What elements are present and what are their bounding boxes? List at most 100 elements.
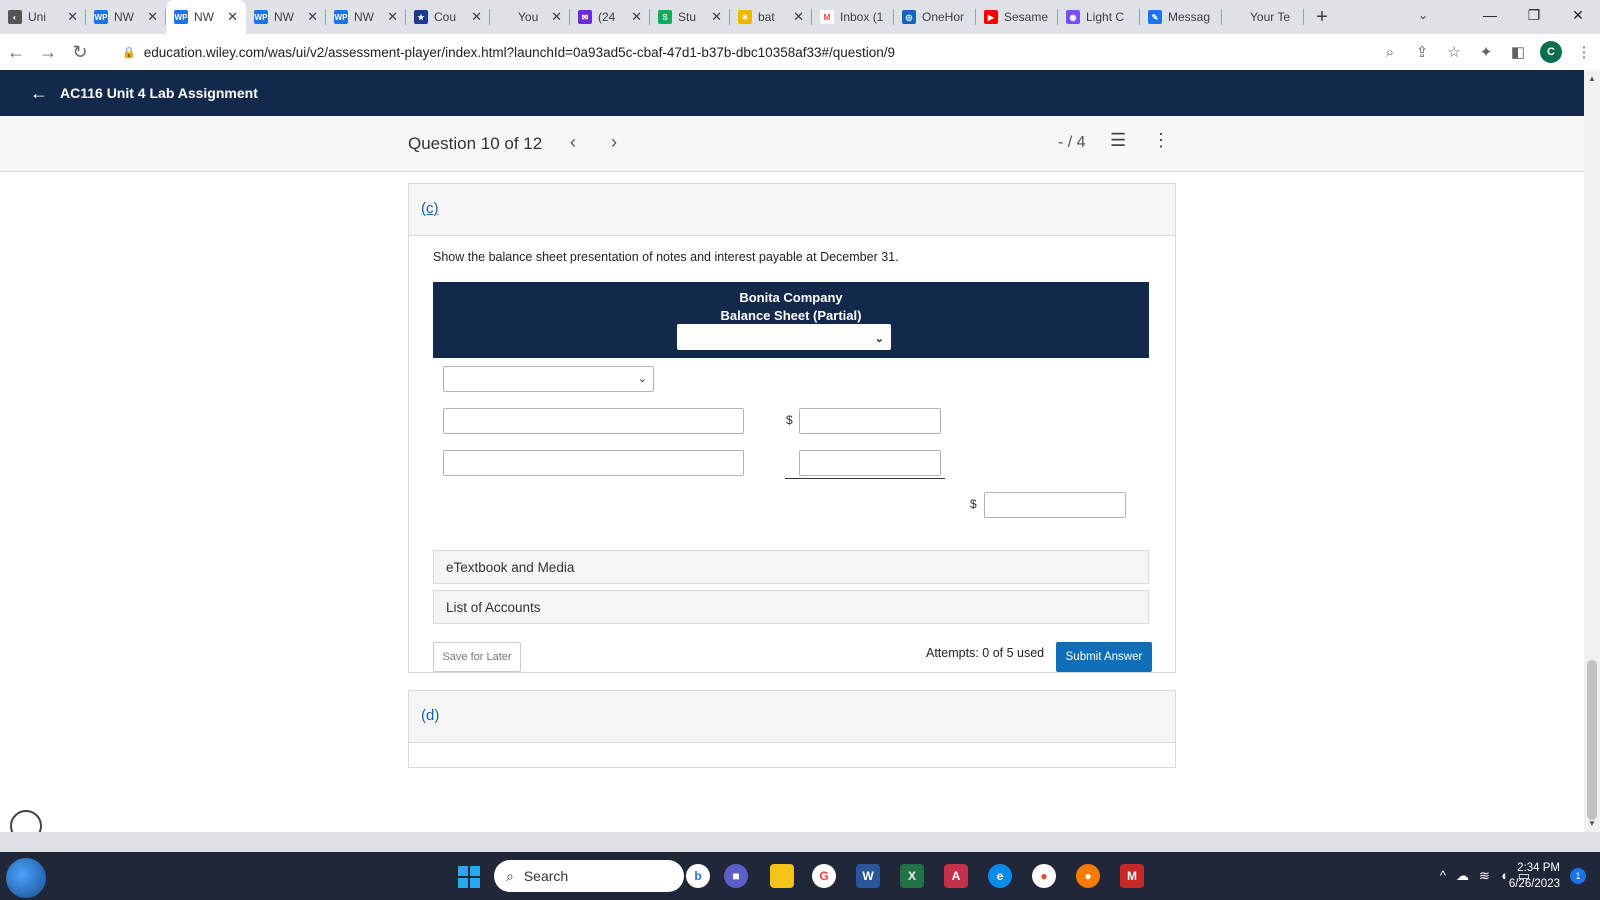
page-scrollbar[interactable]: ▲ ▼ xyxy=(1584,70,1600,832)
question-prompt: Show the balance sheet presentation of n… xyxy=(433,250,899,264)
bing-icon[interactable]: b xyxy=(686,864,710,888)
previous-question-chevron-icon[interactable]: ‹ xyxy=(570,132,576,153)
tab-close-icon[interactable]: ✕ xyxy=(631,9,642,25)
tab-close-icon[interactable]: ✕ xyxy=(471,9,482,25)
teams-chat-icon[interactable]: ■ xyxy=(724,864,748,888)
browser-tab[interactable]: ✎ Messag xyxy=(1140,0,1222,34)
taskbar-clock[interactable]: 2:34 PM 6/26/2023 xyxy=(1509,860,1560,892)
tab-label: Messag xyxy=(1168,10,1211,24)
legacy-start-orb-icon[interactable] xyxy=(6,858,46,898)
new-tab-plus-icon[interactable]: + xyxy=(1308,3,1336,31)
currency-symbol-total: $ xyxy=(970,497,977,511)
tab-favicon-icon xyxy=(1230,10,1244,24)
browser-tab[interactable]: ✉ (24 ✕ xyxy=(570,0,650,34)
app-circle-icon[interactable]: ● xyxy=(1076,864,1100,888)
account-name-input-2[interactable] xyxy=(443,450,744,476)
bookmark-star-icon[interactable]: ☆ xyxy=(1438,36,1470,68)
taskbar-search[interactable]: ⌕ Search xyxy=(494,860,684,892)
share-icon[interactable]: ⇪ xyxy=(1406,36,1438,68)
browser-tab-strip: ◐ Uni ✕ WP NW ✕ WP NW ✕ WP NW ✕ WP NW ✕ ★ Cou ✕ You ✕ ✉ (24 ✕ S… xyxy=(0,0,1600,34)
browser-tab[interactable]: WP NW ✕ xyxy=(166,0,246,34)
edge-icon[interactable]: e xyxy=(988,864,1012,888)
tab-favicon-icon: ✳ xyxy=(738,10,752,24)
excel-icon[interactable]: X xyxy=(900,864,924,888)
amount-input-2[interactable] xyxy=(799,450,941,476)
tab-close-icon[interactable]: ✕ xyxy=(147,9,158,25)
tab-close-icon[interactable]: ✕ xyxy=(307,9,318,25)
question-list-icon[interactable]: ☰ xyxy=(1110,130,1126,151)
tab-favicon-icon: WP xyxy=(174,10,188,24)
scrollbar-thumb[interactable] xyxy=(1587,660,1597,820)
back-arrow-icon[interactable]: ← xyxy=(0,36,32,68)
onedrive-cloud-icon[interactable]: ☁ xyxy=(1456,868,1469,884)
tab-label: Stu xyxy=(678,10,697,24)
browser-tab[interactable]: M Inbox (1 xyxy=(812,0,894,34)
side-panel-icon[interactable]: ◧ xyxy=(1502,36,1534,68)
browser-menu-icon[interactable]: ⋮ xyxy=(1568,36,1600,68)
extensions-puzzle-icon[interactable]: ✦ xyxy=(1470,36,1502,68)
chrome-profile-icon[interactable]: G xyxy=(812,864,836,888)
scroll-up-icon[interactable]: ▲ xyxy=(1588,74,1596,83)
back-to-assignment-icon[interactable]: ← xyxy=(30,83,48,104)
more-options-icon[interactable]: ⋮ xyxy=(1152,130,1170,151)
volume-icon[interactable]: ◖ xyxy=(1500,868,1508,884)
wifi-icon[interactable]: ≋ xyxy=(1479,868,1490,884)
browser-tab[interactable]: ▶ Sesame xyxy=(976,0,1058,34)
chrome-icon[interactable]: ● xyxy=(1032,864,1056,888)
etextbook-accordion[interactable]: eTextbook and Media xyxy=(433,550,1149,584)
browser-tab[interactable]: S Stu ✕ xyxy=(650,0,730,34)
browser-tab[interactable]: You ✕ xyxy=(490,0,570,34)
window-controls: — ❐ ✕ xyxy=(1468,0,1600,34)
tab-favicon-icon: ◐ xyxy=(8,10,22,24)
mcafee-icon[interactable]: M xyxy=(1120,864,1144,888)
notification-badge[interactable]: 1 xyxy=(1570,868,1586,884)
close-window-icon[interactable]: ✕ xyxy=(1556,0,1600,30)
tab-close-icon[interactable]: ✕ xyxy=(227,9,238,25)
browser-tab[interactable]: ✳ bat ✕ xyxy=(730,0,812,34)
access-icon[interactable]: A xyxy=(944,864,968,888)
part-d-label[interactable]: (d) xyxy=(421,707,439,724)
word-icon[interactable]: W xyxy=(856,864,880,888)
windows-start-icon[interactable] xyxy=(458,866,480,888)
next-question-chevron-icon[interactable]: › xyxy=(611,132,617,153)
file-explorer-icon[interactable] xyxy=(770,864,794,888)
windows-taskbar: ⌕ Search b ■ G W X A e ● ● M ^ ☁ ≋ ◖ ▭ 2… xyxy=(0,852,1600,900)
restore-icon[interactable]: ❐ xyxy=(1512,0,1556,30)
reload-icon[interactable]: ↻ xyxy=(64,36,96,68)
tab-label: You xyxy=(518,10,539,24)
browser-tab[interactable]: ◉ Light C xyxy=(1058,0,1140,34)
save-for-later-button[interactable]: Save for Later xyxy=(433,642,521,672)
question-counter: Question 10 of 12 xyxy=(408,134,543,153)
minimize-icon[interactable]: — xyxy=(1468,0,1512,30)
list-of-accounts-accordion[interactable]: List of Accounts xyxy=(433,590,1149,624)
zoom-icon[interactable]: ⌕ xyxy=(1374,36,1406,68)
tab-close-icon[interactable]: ✕ xyxy=(387,9,398,25)
part-d-header: (d) xyxy=(409,691,1175,743)
tab-label: bat xyxy=(758,10,775,24)
account-name-input-1[interactable] xyxy=(443,408,744,434)
browser-tab[interactable]: ◎ OneHor xyxy=(894,0,976,34)
tab-close-icon[interactable]: ✕ xyxy=(67,9,78,25)
browser-tab[interactable]: WP NW ✕ xyxy=(246,0,326,34)
browser-tab[interactable]: WP NW ✕ xyxy=(86,0,166,34)
date-select[interactable]: ⌄ xyxy=(677,324,891,350)
amount-input-1[interactable] xyxy=(799,408,941,434)
profile-avatar[interactable]: C xyxy=(1540,41,1562,63)
tab-close-icon[interactable]: ✕ xyxy=(711,9,722,25)
browser-tab[interactable]: WP NW ✕ xyxy=(326,0,406,34)
chevron-up-icon[interactable]: ^ xyxy=(1440,868,1446,884)
tab-search-chevron-icon[interactable]: ⌄ xyxy=(1418,8,1428,22)
part-c-link[interactable]: (c) xyxy=(421,200,439,217)
submit-answer-button[interactable]: Submit Answer xyxy=(1056,642,1152,672)
tab-close-icon[interactable]: ✕ xyxy=(793,9,804,25)
address-bar[interactable]: 🔒 education.wiley.com/was/ui/v2/assessme… xyxy=(108,38,1392,66)
browser-tab[interactable]: Your Te xyxy=(1222,0,1304,34)
browser-tab[interactable]: ★ Cou ✕ xyxy=(406,0,490,34)
scroll-down-icon[interactable]: ▼ xyxy=(1588,819,1596,828)
company-name: Bonita Company xyxy=(739,290,843,305)
section-heading-select[interactable]: ⌄ xyxy=(443,366,654,392)
tab-close-icon[interactable]: ✕ xyxy=(551,9,562,25)
total-amount-input[interactable] xyxy=(984,492,1126,518)
browser-tab[interactable]: ◐ Uni ✕ xyxy=(0,0,86,34)
forward-arrow-icon[interactable]: → xyxy=(32,36,64,68)
